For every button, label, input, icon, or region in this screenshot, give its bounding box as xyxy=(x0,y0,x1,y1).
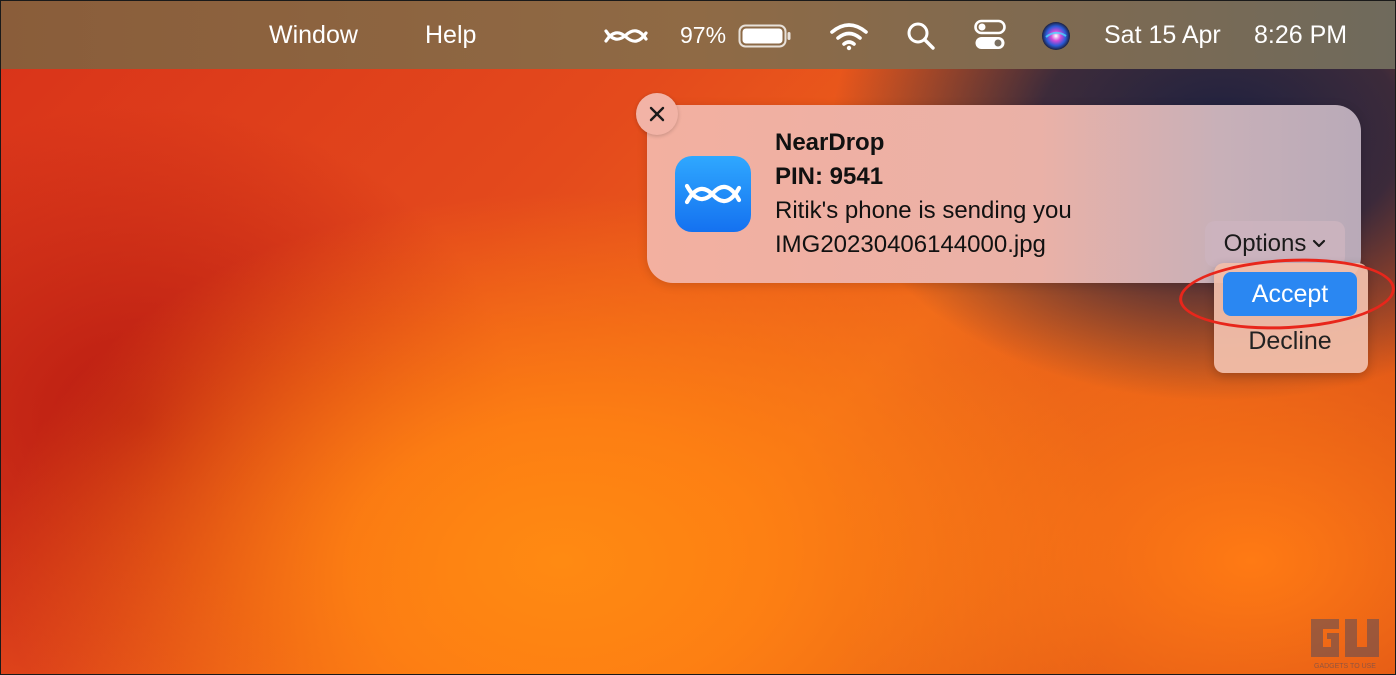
siri-icon[interactable] xyxy=(1041,21,1071,58)
wifi-icon[interactable] xyxy=(829,21,869,58)
search-icon[interactable] xyxy=(906,21,936,58)
close-icon xyxy=(649,106,665,122)
battery-icon[interactable] xyxy=(738,24,792,55)
notification-filename: IMG20230406144000.jpg xyxy=(775,231,1046,258)
menu-time[interactable]: 8:26 PM xyxy=(1254,19,1347,51)
options-label: Options xyxy=(1223,230,1307,257)
menu-date[interactable]: Sat 15 Apr xyxy=(1104,19,1221,51)
chevron-down-icon xyxy=(1313,239,1326,248)
desktop: Window Help 97% Sat 15 Apr 8:26 PM NearD… xyxy=(0,0,1396,675)
close-notification-button[interactable] xyxy=(636,93,678,135)
notification-pin: PIN: 9541 xyxy=(775,163,884,190)
menu-window[interactable]: Window xyxy=(269,19,358,51)
neardrop-icon[interactable] xyxy=(604,23,648,56)
menu-bar: Window Help 97% Sat 15 Apr 8:26 PM xyxy=(1,1,1395,69)
svg-text:GADGETS TO USE: GADGETS TO USE xyxy=(1314,663,1376,670)
control-center-icon[interactable] xyxy=(974,19,1006,58)
neardrop-app-icon xyxy=(675,156,751,232)
watermark-logo: GADGETS TO USE xyxy=(1305,613,1385,671)
notification-title: NearDrop xyxy=(775,129,885,156)
menu-help[interactable]: Help xyxy=(425,19,476,51)
notification-message: Ritik's phone is sending you xyxy=(775,197,1072,224)
battery-percent: 97% xyxy=(680,22,727,48)
